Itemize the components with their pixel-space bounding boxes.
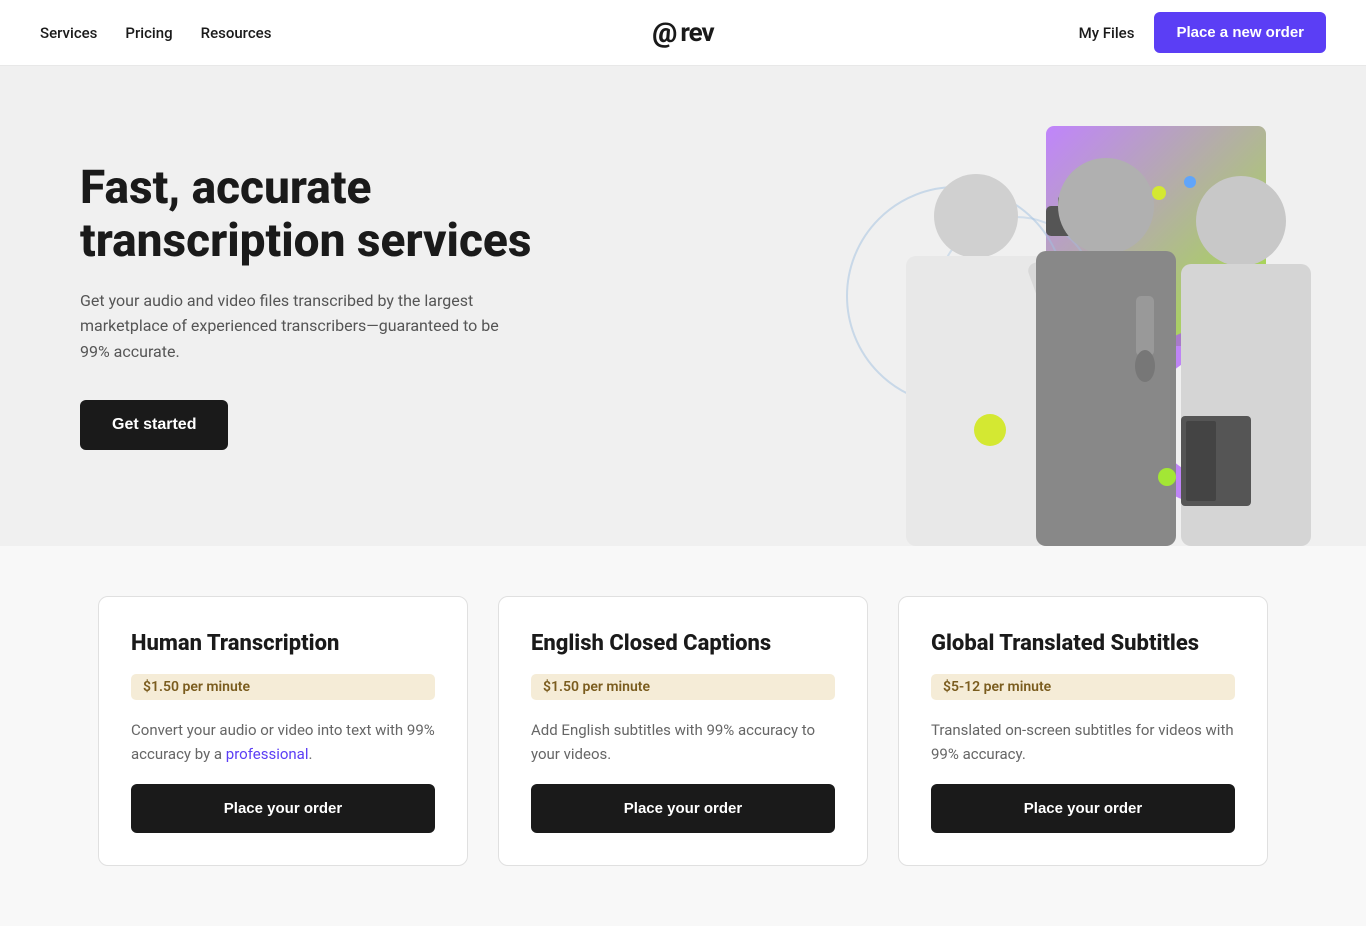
hero-get-started-button[interactable]: Get started — [80, 400, 228, 450]
card-title-captions: English Closed Captions — [531, 631, 835, 656]
hero-section: Fast, accurate transcription services Ge… — [0, 66, 1366, 546]
english-closed-captions-card: English Closed Captions $1.50 per minute… — [498, 596, 868, 866]
card-title-subtitles: Global Translated Subtitles — [931, 631, 1235, 656]
my-files-link[interactable]: My Files — [1079, 24, 1135, 42]
nav-left: Services Pricing Resources — [40, 24, 271, 42]
nav-pricing-link[interactable]: Pricing — [125, 24, 172, 42]
card-desc-subtitles: Translated on-screen subtitles for video… — [931, 718, 1235, 766]
professional-link[interactable]: professional — [226, 745, 309, 763]
card-desc-human: Convert your audio or video into text wi… — [131, 718, 435, 766]
card-cta-human[interactable]: Place your order — [131, 784, 435, 833]
card-title-human: Human Transcription — [131, 631, 435, 656]
nav-resources-link[interactable]: Resources — [201, 24, 272, 42]
card-desc-captions: Add English subtitles with 99% accuracy … — [531, 718, 835, 766]
logo-at-symbol: @ — [652, 16, 676, 49]
service-cards-section: Human Transcription $1.50 per minute Con… — [0, 546, 1366, 926]
hero-dot-blue — [1184, 176, 1196, 188]
global-translated-subtitles-card: Global Translated Subtitles $5-12 per mi… — [898, 596, 1268, 866]
site-logo[interactable]: @rev — [652, 16, 713, 49]
place-new-order-button[interactable]: Place a new order — [1154, 12, 1326, 53]
navbar: Services Pricing Resources @rev My Files… — [0, 0, 1366, 66]
card-price-human: $1.50 per minute — [131, 674, 435, 700]
hero-subtext: Get your audio and video files transcrib… — [80, 288, 510, 365]
nav-services-link[interactable]: Services — [40, 24, 97, 42]
nav-right: My Files Place a new order — [1079, 12, 1326, 53]
card-cta-subtitles[interactable]: Place your order — [931, 784, 1235, 833]
hero-headline: Fast, accurate transcription services — [80, 162, 580, 268]
card-cta-captions[interactable]: Place your order — [531, 784, 835, 833]
hero-dot-green — [1158, 468, 1176, 486]
hero-image-area — [766, 66, 1366, 546]
hero-dot-yellow2 — [1152, 186, 1166, 200]
hero-people-illustration — [826, 126, 1346, 546]
card-price-subtitles: $5-12 per minute — [931, 674, 1235, 700]
card-price-captions: $1.50 per minute — [531, 674, 835, 700]
hero-content: Fast, accurate transcription services Ge… — [80, 162, 580, 451]
hero-dot-yellow — [974, 414, 1006, 446]
logo-text: rev — [680, 18, 713, 48]
human-transcription-card: Human Transcription $1.50 per minute Con… — [98, 596, 468, 866]
